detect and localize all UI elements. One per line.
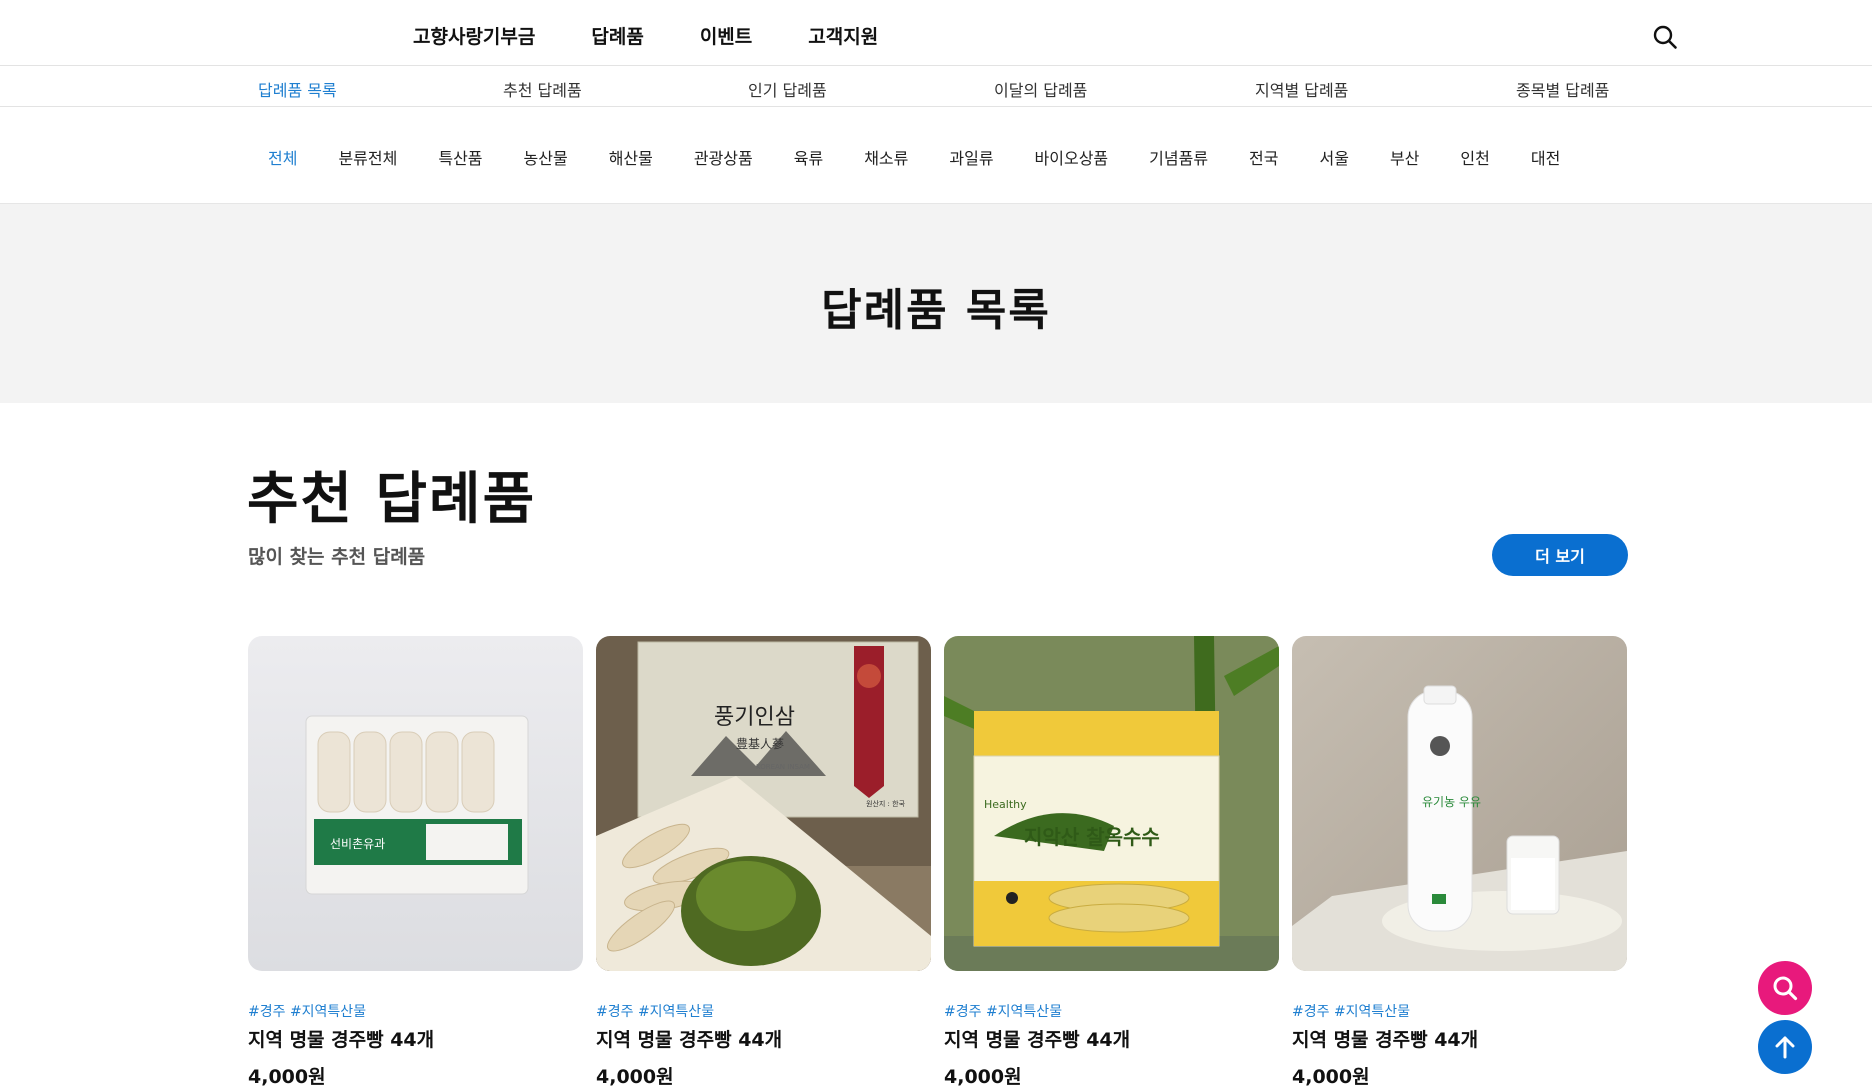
main-menu: 고향사랑기부금 답례품 이벤트 고객지원 bbox=[413, 22, 878, 49]
product-card[interactable]: Healthy 지악산 찰옥수수 #경주 #지역특산물 지역 명물 경주빵 44… bbox=[944, 636, 1279, 1089]
category-all[interactable]: 전체 bbox=[268, 145, 297, 169]
category-filter-bar: 전체 분류전체 특산품 농산물 해산물 관광상품 육류 채소류 과일류 바이오상… bbox=[0, 107, 1872, 204]
product-card[interactable]: 선비촌유과 #경주 #지역특산물 지역 명물 경주빵 44개 4,000원 bbox=[248, 636, 583, 1089]
ginseng-brand-text: 풍기인삼 bbox=[714, 705, 795, 730]
category-list: 전체 분류전체 특산품 농산물 해산물 관광상품 육류 채소류 과일류 바이오상… bbox=[268, 145, 1601, 169]
category-busan[interactable]: 부산 bbox=[1390, 145, 1419, 169]
product-name[interactable]: 지역 명물 경주빵 44개 bbox=[944, 1025, 1279, 1052]
category-tourism[interactable]: 관광상품 bbox=[694, 145, 753, 169]
corn-product-text: 지악산 찰옥수수 bbox=[1024, 825, 1160, 849]
section-title: 추천 답례품 bbox=[247, 467, 537, 532]
subnav-item-recommended[interactable]: 추천 답례품 bbox=[503, 77, 582, 101]
product-image-ginseng[interactable]: 풍기인삼 豊基人蔘 KOREAN INSAM 원산지 : 한국 bbox=[596, 636, 931, 971]
sub-navigation: 답례품 목록 추천 답례품 인기 답례품 이달의 답례품 지역별 답례품 종목별… bbox=[0, 66, 1872, 107]
category-incheon[interactable]: 인천 bbox=[1460, 145, 1489, 169]
category-nationwide[interactable]: 전국 bbox=[1249, 145, 1278, 169]
menu-item-donation[interactable]: 고향사랑기부금 bbox=[413, 22, 535, 49]
subnav-item-by-type[interactable]: 종목별 답례품 bbox=[1516, 77, 1609, 101]
floating-search-button[interactable] bbox=[1758, 961, 1812, 1015]
product-tags: #경주 #지역특산물 bbox=[1292, 1004, 1411, 1020]
ginseng-origin-text: 원산지 : 한국 bbox=[866, 799, 906, 808]
category-specialty[interactable]: 특산품 bbox=[438, 145, 482, 169]
menu-item-gifts[interactable]: 답례품 bbox=[591, 22, 643, 49]
product-tags: #경주 #지역특산물 bbox=[944, 1004, 1063, 1020]
category-agriculture[interactable]: 농산물 bbox=[524, 145, 568, 169]
rice-cracker-label: 선비촌유과 bbox=[330, 837, 385, 851]
page-title: 답례품 목록 bbox=[821, 285, 1051, 336]
product-image-rice-cracker[interactable]: 선비촌유과 bbox=[248, 636, 583, 971]
more-button[interactable]: 더 보기 bbox=[1492, 534, 1628, 576]
product-tags: #경주 #지역특산물 bbox=[248, 1004, 367, 1020]
product-image-corn[interactable]: Healthy 지악산 찰옥수수 bbox=[944, 636, 1279, 971]
search-icon[interactable] bbox=[1652, 24, 1678, 50]
category-daejeon[interactable]: 대전 bbox=[1531, 145, 1560, 169]
product-name[interactable]: 지역 명물 경주빵 44개 bbox=[596, 1025, 931, 1052]
category-bio[interactable]: 바이오상품 bbox=[1035, 145, 1109, 169]
top-navigation: 고향사랑기부금 답례품 이벤트 고객지원 bbox=[0, 0, 1872, 66]
menu-item-support[interactable]: 고객지원 bbox=[808, 22, 878, 49]
search-icon bbox=[1773, 976, 1798, 1001]
category-fruit[interactable]: 과일류 bbox=[949, 145, 993, 169]
product-tags: #경주 #지역특산물 bbox=[596, 1004, 715, 1020]
category-seafood[interactable]: 해산물 bbox=[609, 145, 653, 169]
category-all-types[interactable]: 분류전체 bbox=[338, 145, 397, 169]
category-meat[interactable]: 육류 bbox=[794, 145, 823, 169]
subnav-item-popular[interactable]: 인기 답례품 bbox=[748, 77, 827, 101]
page-banner: 답례품 목록 bbox=[0, 204, 1872, 403]
section-subtitle: 많이 찾는 추천 답례품 bbox=[248, 546, 426, 568]
corn-brand-text: Healthy bbox=[984, 798, 1027, 811]
category-souvenir[interactable]: 기념품류 bbox=[1149, 145, 1208, 169]
menu-item-events[interactable]: 이벤트 bbox=[700, 22, 752, 49]
product-name[interactable]: 지역 명물 경주빵 44개 bbox=[248, 1025, 583, 1052]
product-image-milk[interactable]: 유기농 우유 bbox=[1292, 636, 1627, 971]
product-name[interactable]: 지역 명물 경주빵 44개 bbox=[1292, 1025, 1627, 1052]
ginseng-english-text: KOREAN INSAM bbox=[756, 763, 810, 771]
category-seoul[interactable]: 서울 bbox=[1320, 145, 1349, 169]
scroll-to-top-button[interactable] bbox=[1758, 1020, 1812, 1074]
subnav-item-list[interactable]: 답례품 목록 bbox=[258, 77, 337, 101]
product-card[interactable]: 풍기인삼 豊基人蔘 KOREAN INSAM 원산지 : 한국 #경주 #지역특… bbox=[596, 636, 931, 1089]
subnav-item-monthly[interactable]: 이달의 답례품 bbox=[994, 77, 1087, 101]
product-card[interactable]: 유기농 우유 #경주 #지역특산물 지역 명물 경주빵 44개 4,000원 bbox=[1292, 636, 1627, 1089]
ginseng-hanja-text: 豊基人蔘 bbox=[736, 737, 784, 751]
category-vegetables[interactable]: 채소류 bbox=[864, 145, 908, 169]
subnav-item-by-region[interactable]: 지역별 답례품 bbox=[1255, 77, 1348, 101]
milk-label-text: 유기농 우유 bbox=[1422, 795, 1481, 809]
arrow-up-icon bbox=[1775, 1036, 1795, 1059]
